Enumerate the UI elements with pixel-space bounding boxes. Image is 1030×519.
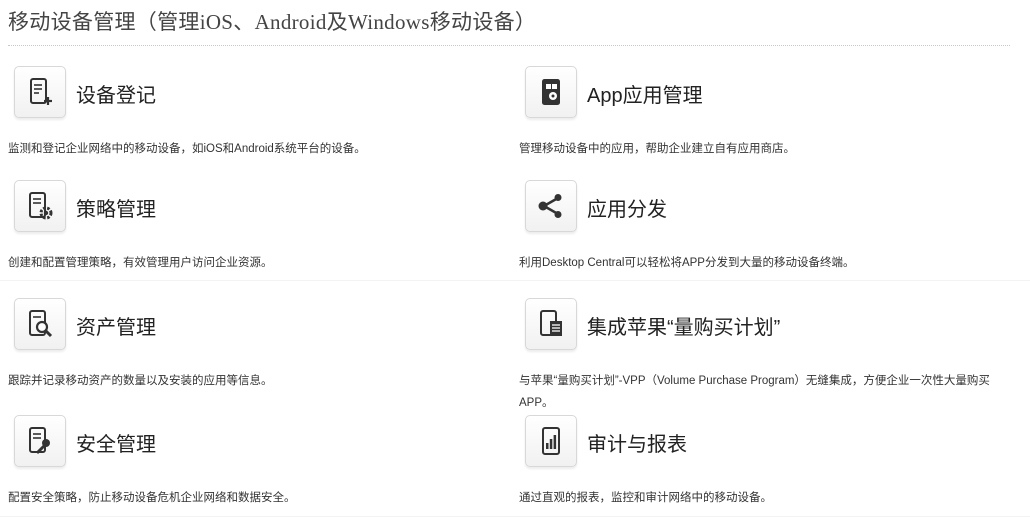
feature-app-distribution: 应用分发 利用Desktop Central可以轻松将APP分发到大量的移动设备…	[519, 180, 1019, 269]
feature-description: 跟踪并记录移动资产的数量以及安装的应用等信息。	[8, 375, 273, 387]
app-management-icon	[525, 66, 577, 118]
feature-policy-management: 策略管理 创建和配置管理策略，有效管理用户访问企业资源。	[8, 180, 508, 269]
feature-title: App应用管理	[587, 85, 703, 107]
title-divider	[8, 45, 1010, 46]
feature-description: 监测和登记企业网络中的移动设备，如iOS和Android系统平台的设备。	[8, 143, 366, 155]
feature-title: 策略管理	[76, 199, 156, 221]
vpp-document-icon	[525, 298, 577, 350]
section-separator	[0, 280, 1030, 281]
feature-device-enrollment: 设备登记 监测和登记企业网络中的移动设备，如iOS和Android系统平台的设备…	[8, 66, 508, 155]
feature-apple-vpp: 集成苹果“量购买计划” 与苹果“量购买计划”-VPP（Volume Purcha…	[519, 298, 1019, 409]
feature-title: 设备登记	[76, 85, 156, 107]
share-icon	[525, 180, 577, 232]
feature-title: 安全管理	[76, 434, 156, 456]
report-chart-icon	[525, 415, 577, 467]
feature-title: 审计与报表	[587, 434, 687, 456]
asset-search-icon	[14, 298, 66, 350]
feature-security-management: 安全管理 配置安全策略，防止移动设备危机企业网络和数据安全。	[8, 415, 508, 504]
security-key-icon	[14, 415, 66, 467]
feature-description: 配置安全策略，防止移动设备危机企业网络和数据安全。	[8, 492, 296, 504]
page-title: 移动设备管理（管理iOS、Android及Windows移动设备）	[8, 10, 537, 34]
feature-description: 管理移动设备中的应用，帮助企业建立自有应用商店。	[519, 143, 795, 155]
feature-title: 集成苹果“量购买计划”	[587, 317, 781, 339]
policy-gear-icon	[14, 180, 66, 232]
feature-audit-reports: 审计与报表 通过直观的报表，监控和审计网络中的移动设备。	[519, 415, 1019, 504]
bottom-border	[0, 516, 1030, 517]
feature-asset-management: 资产管理 跟踪并记录移动资产的数量以及安装的应用等信息。	[8, 298, 508, 387]
feature-title: 资产管理	[76, 317, 156, 339]
feature-description: 与苹果“量购买计划”-VPP（Volume Purchase Program）无…	[519, 375, 990, 409]
feature-description: 创建和配置管理策略，有效管理用户访问企业资源。	[8, 257, 273, 269]
phone-add-icon	[14, 66, 66, 118]
feature-description: 利用Desktop Central可以轻松将APP分发到大量的移动设备终端。	[519, 257, 855, 269]
feature-title: 应用分发	[587, 199, 667, 221]
feature-app-management: App应用管理 管理移动设备中的应用，帮助企业建立自有应用商店。	[519, 66, 1019, 155]
feature-description: 通过直观的报表，监控和审计网络中的移动设备。	[519, 492, 772, 504]
